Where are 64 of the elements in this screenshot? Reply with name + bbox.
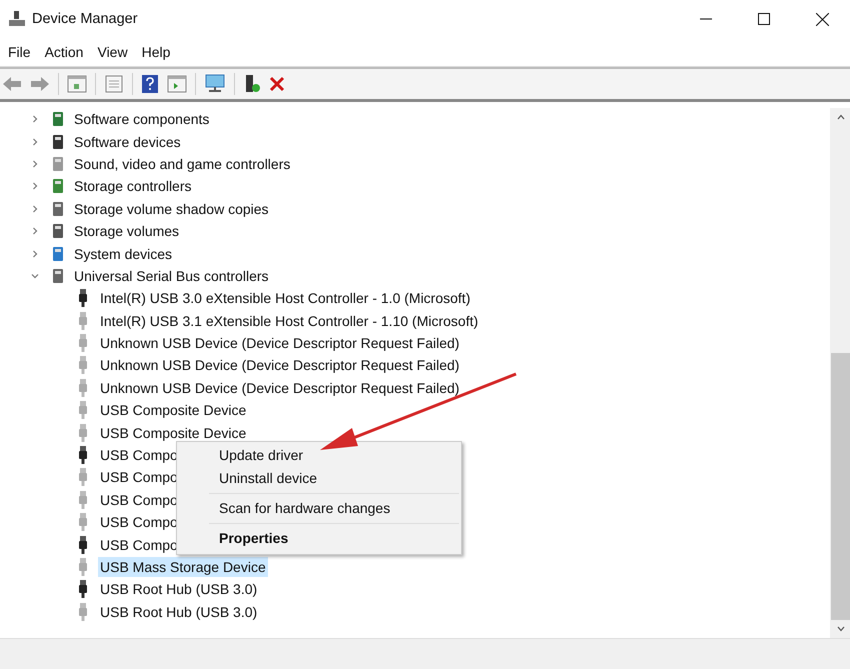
context-menu-item[interactable]: Update driver bbox=[177, 444, 461, 467]
scrollbar[interactable] bbox=[831, 108, 850, 638]
tree-item[interactable]: Storage volumes bbox=[72, 221, 182, 242]
tree-item[interactable]: USB Compo bbox=[98, 490, 180, 510]
tree-item[interactable]: USB Compo bbox=[98, 445, 180, 466]
usb-plug-icon bbox=[78, 378, 88, 397]
tree-item[interactable]: Sound, video and game controllers bbox=[72, 154, 292, 174]
scroll-up-icon[interactable] bbox=[836, 114, 844, 120]
scroll-thumb[interactable] bbox=[831, 353, 850, 620]
monitor-icon[interactable] bbox=[204, 74, 226, 94]
tree-item[interactable]: Unknown USB Device (Device Descriptor Request Failed) bbox=[98, 333, 462, 354]
usb-plug-icon bbox=[78, 312, 88, 330]
delete-icon[interactable] bbox=[269, 76, 285, 92]
tree-item[interactable]: Intel(R) USB 3.1 eXtensible Host Controller - 1.10 (Microsoft) bbox=[98, 310, 480, 331]
context-menu-item[interactable]: Uninstall device bbox=[177, 467, 461, 490]
computer-icon bbox=[8, 10, 26, 28]
tree-item[interactable]: Intel(R) USB 3.0 eXtensible Host Controller - 1.0 (Microsoft) bbox=[98, 288, 472, 308]
tree-item[interactable]: Storage controllers bbox=[72, 176, 194, 196]
tree-item[interactable]: Universal Serial Bus controllers bbox=[72, 266, 271, 286]
help-icon[interactable] bbox=[141, 74, 159, 94]
usb-plug-icon bbox=[78, 513, 88, 532]
usb-plug-icon bbox=[78, 401, 88, 420]
menu-item[interactable]: Action bbox=[38, 44, 90, 60]
context-menu-item[interactable]: Scan for hardware changes bbox=[177, 497, 461, 520]
tree-item[interactable]: Software components bbox=[72, 109, 212, 130]
usb-plug-icon bbox=[78, 490, 88, 509]
expander-icon[interactable] bbox=[31, 272, 41, 280]
usb-plug-icon bbox=[78, 536, 88, 554]
tree-item[interactable]: Storage volume shadow copies bbox=[72, 198, 271, 219]
window-icon[interactable] bbox=[167, 75, 187, 93]
usb-plug-icon bbox=[78, 446, 88, 464]
context-menu-item[interactable]: Properties bbox=[177, 527, 461, 550]
tree-item[interactable]: Unknown USB Device (Device Descriptor Request Failed) bbox=[98, 378, 462, 398]
tree-item[interactable]: USB Composite Device bbox=[98, 400, 248, 420]
tree-item[interactable]: USB Compo bbox=[98, 467, 180, 488]
tree-item[interactable]: USB Compo bbox=[98, 512, 180, 532]
maximize-icon[interactable] bbox=[758, 13, 770, 25]
usb-plug-icon bbox=[78, 424, 88, 442]
tree-item[interactable]: System devices bbox=[72, 244, 174, 264]
tree-item[interactable]: USB Root Hub (USB 3.0) bbox=[98, 579, 260, 600]
tree-item[interactable]: USB Compo bbox=[98, 534, 180, 555]
usb-plug-icon bbox=[78, 334, 88, 352]
usb-plug-icon bbox=[78, 580, 88, 598]
tree-item[interactable]: USB Mass Storage Device bbox=[98, 557, 268, 577]
usb-plug-icon bbox=[78, 558, 88, 576]
window-title: Device Manager bbox=[32, 11, 138, 27]
tree-item[interactable]: Unknown USB Device (Device Descriptor Request Failed) bbox=[98, 355, 462, 376]
tree-item[interactable]: Software devices bbox=[72, 132, 183, 152]
usb-plug-icon bbox=[78, 289, 88, 308]
usb-plug-icon bbox=[78, 356, 88, 374]
forward-icon[interactable] bbox=[30, 76, 50, 92]
window-icon[interactable] bbox=[67, 75, 87, 93]
tree-item[interactable]: USB Composite Device bbox=[98, 422, 248, 443]
document-icon[interactable] bbox=[104, 75, 124, 93]
menu-item[interactable]: File bbox=[2, 44, 37, 60]
scroll-down-icon[interactable] bbox=[836, 626, 844, 632]
usb-plug-icon bbox=[78, 468, 88, 486]
back-icon[interactable] bbox=[2, 76, 22, 92]
menu-item[interactable]: Help bbox=[136, 44, 176, 60]
menu-item[interactable]: View bbox=[91, 44, 134, 60]
close-icon[interactable] bbox=[816, 12, 829, 26]
usb-plug-icon bbox=[78, 602, 88, 621]
tree-item[interactable]: USB Root Hub (USB 3.0) bbox=[98, 602, 260, 622]
device-add-icon[interactable] bbox=[243, 74, 261, 94]
